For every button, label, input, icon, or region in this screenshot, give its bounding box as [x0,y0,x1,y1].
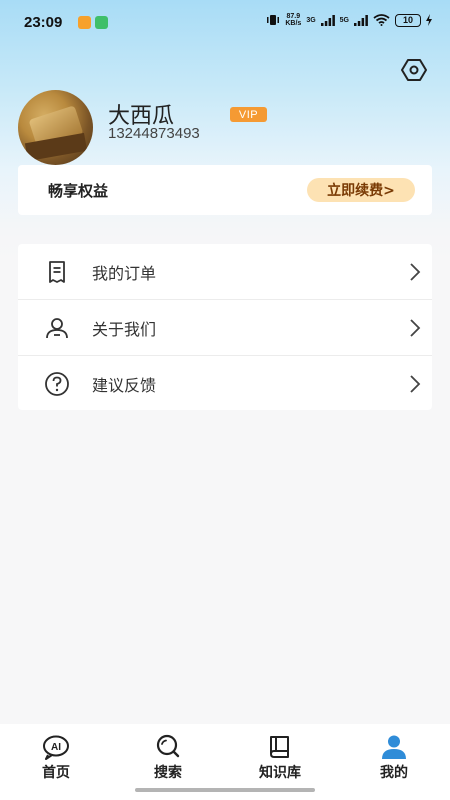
phone-number: 13244873493 [108,125,200,142]
nav-item-knowledge[interactable]: 知识库 [250,734,310,784]
battery-level: 10 [402,15,413,25]
menu-list: 我的订单 关于我们 建议反馈 [18,244,432,410]
nav-item-home[interactable]: AI 首页 [26,734,86,784]
settings-button[interactable] [400,56,428,84]
chevron-right-icon [410,375,421,393]
settings-hexagon-icon [401,59,427,81]
nav-item-mine[interactable]: 我的 [364,734,424,784]
nav-label: 搜索 [154,765,182,781]
benefits-label: 畅享权益 [48,182,109,200]
book-icon [270,736,289,758]
question-icon [45,372,69,396]
net-speed-unit: KB/s [285,20,302,27]
app-notification-icon [78,16,91,29]
cell-signal-icon [320,14,335,26]
menu-item-label: 我的订单 [92,263,157,283]
receipt-icon [49,261,65,283]
chevron-right-icon [410,319,421,337]
battery-icon: 10 [395,13,421,27]
vibrate-icon [267,15,280,25]
menu-item-label: 关于我们 [92,319,157,339]
signal-1-label: 3G [306,16,316,24]
nav-label: 首页 [42,765,70,781]
nav-label: 我的 [380,765,408,781]
ai-icon: AI [43,735,69,760]
user-icon [382,735,406,759]
menu-item-orders[interactable]: 我的订单 [18,244,432,300]
home-indicator[interactable] [135,788,315,792]
person-icon [46,318,68,339]
notification-icons [78,16,108,29]
charging-icon [426,14,432,26]
search-icon [156,734,180,758]
nav-label: 知识库 [259,765,301,781]
menu-item-feedback[interactable]: 建议反馈 [18,356,432,411]
chevron-right-icon [410,263,421,281]
renew-button[interactable]: 立即续费> [307,178,415,202]
net-speed: 87.9 KB/s [285,13,301,27]
benefits-card: 畅享权益 立即续费> [18,165,432,215]
status-time: 23:09 [24,14,63,31]
profile-screen: 23:09 87.9 KB/s 3G 5G 10 大西瓜 VIP 1324487… [0,0,450,800]
cell-signal-2-icon [354,14,368,26]
net-speed-value: 87.9 [286,13,301,20]
avatar[interactable] [18,90,93,165]
vip-badge: VIP [230,107,267,122]
svg-text:AI: AI [51,742,61,753]
menu-item-label: 建议反馈 [92,375,157,395]
status-bar: 23:09 87.9 KB/s 3G 5G 10 [0,0,450,44]
signal-2-label: 5G [339,16,349,24]
message-notification-icon [95,16,108,29]
wifi-icon [373,14,390,26]
nav-item-search[interactable]: 搜索 [138,734,198,784]
system-icons: 87.9 KB/s 3G 5G 10 [266,13,432,27]
menu-item-about[interactable]: 关于我们 [18,300,432,356]
